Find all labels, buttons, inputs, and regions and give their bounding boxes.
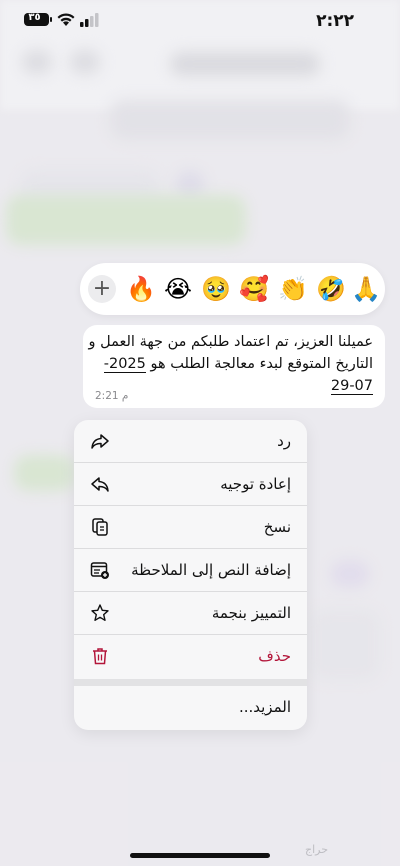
trash-icon — [93, 648, 107, 665]
reaction-holding-tears-emoji[interactable]: 🥹 — [201, 274, 231, 304]
menu-item-copy[interactable]: نسخ — [74, 506, 307, 549]
menu-item-add-to-note[interactable]: إضافة النص إلى الملاحظة — [74, 549, 307, 592]
copy-icon — [92, 518, 108, 536]
watermark-logo: حراج — [305, 843, 329, 856]
menu-item-reply[interactable]: رد — [74, 420, 307, 463]
status-time: ٢:٢٢ — [316, 11, 354, 31]
menu-label-add-to-note: إضافة النص إلى الملاحظة — [131, 561, 291, 579]
reaction-pray-emoji[interactable]: 🙏 — [351, 274, 381, 304]
menu-label-delete: حذف — [258, 647, 291, 665]
selected-message-bubble[interactable]: عميلنا العزيز، تم اعتماد طلبكم من جهة ال… — [83, 325, 385, 408]
menu-label-forward: إعادة توجيه — [220, 475, 291, 493]
menu-item-delete[interactable]: حذف — [74, 635, 307, 678]
battery-cap — [50, 17, 52, 22]
battery-icon: ٣٥ — [24, 12, 49, 26]
wifi-icon — [57, 13, 75, 26]
menu-label-star: التمييز بنجمة — [211, 604, 291, 622]
cellular-signal-icon — [80, 13, 99, 27]
reaction-crying-emoji[interactable]: 😭 — [163, 274, 193, 304]
message-text: عميلنا العزيز، تم اعتماد طلبكم من جهة ال… — [88, 331, 373, 397]
message-timestamp: 2:21 م — [95, 390, 129, 402]
menu-label-more: المزيد... — [238, 698, 291, 716]
battery-level: ٣٥ — [28, 12, 41, 23]
reaction-fire-emoji[interactable]: 🔥 — [126, 274, 156, 304]
home-indicator[interactable] — [130, 853, 270, 858]
menu-label-reply: رد — [277, 432, 291, 450]
message-context-menu: رد إعادة توجيه نسخ إضافة النص إلى الملاح… — [74, 420, 307, 730]
add-note-icon — [90, 562, 109, 579]
reaction-clapping-emoji[interactable]: 👏 — [278, 274, 308, 304]
reaction-hearts-face-emoji[interactable]: 🥰 — [239, 274, 269, 304]
menu-separator — [74, 679, 307, 686]
reaction-bar: + 🔥 😭 🥹 🥰 👏 🤣 🙏 — [80, 263, 385, 315]
forward-arrow-icon — [91, 477, 109, 492]
status-bar: ٢:٢٢ ٣٥ — [0, 0, 400, 44]
menu-item-star[interactable]: التمييز بنجمة — [74, 592, 307, 635]
more-reactions-button[interactable]: + — [88, 275, 116, 303]
star-icon — [91, 604, 109, 621]
menu-item-forward[interactable]: إعادة توجيه — [74, 463, 307, 506]
menu-label-copy: نسخ — [263, 518, 291, 536]
reaction-rofl-emoji[interactable]: 🤣 — [316, 274, 346, 304]
reply-arrow-icon — [91, 434, 109, 449]
menu-item-more[interactable]: المزيد... — [74, 686, 307, 729]
